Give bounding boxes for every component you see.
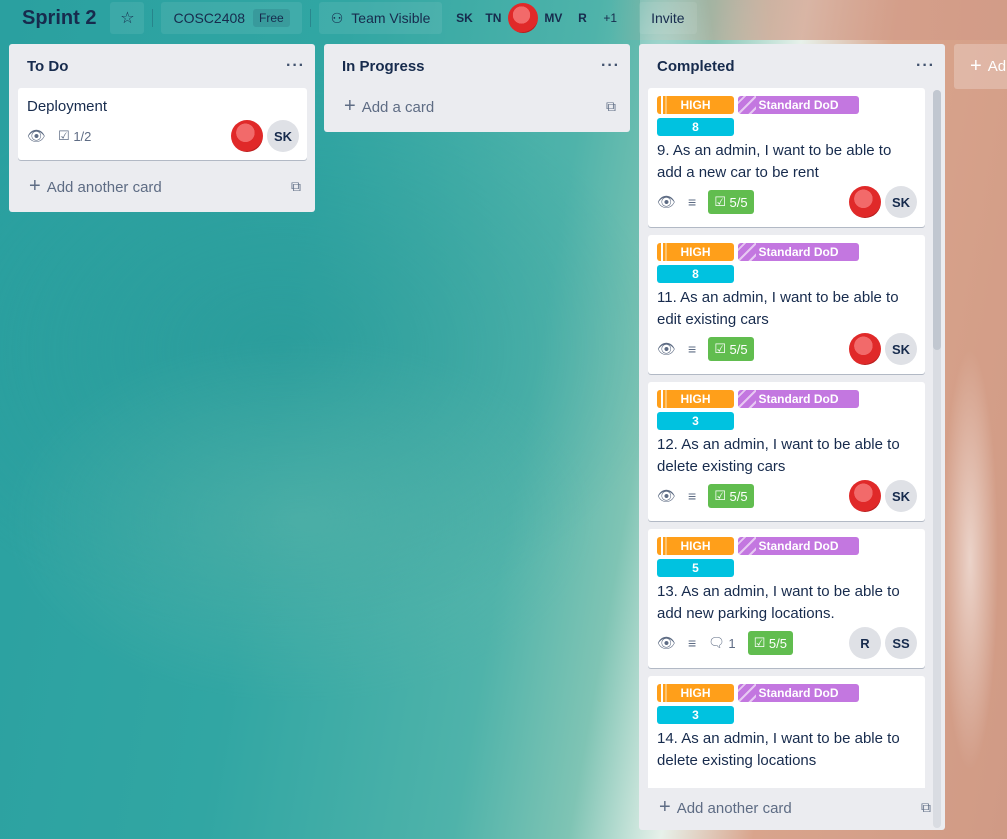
label-dod: Standard DoD bbox=[738, 96, 859, 114]
template-icon[interactable]: ⧉ bbox=[921, 799, 931, 816]
label-points: 5 bbox=[657, 559, 734, 577]
description-icon: ≡ bbox=[688, 194, 697, 210]
comment-badge: 🗨 1 bbox=[708, 635, 736, 651]
watch-icon: 👁 bbox=[657, 194, 677, 211]
watch-icon: 👁 bbox=[657, 341, 677, 358]
card[interactable]: HIGH Standard DoD 8 9. As an admin, I wa… bbox=[648, 88, 925, 227]
label-dod: Standard DoD bbox=[738, 537, 859, 555]
list-todo: To Do ··· Deployment 👁 ☑ 1/2 SK + Add ano… bbox=[9, 44, 315, 212]
workspace-name: COSC2408 bbox=[173, 10, 246, 26]
board-title[interactable]: Sprint 2 bbox=[14, 2, 104, 34]
add-card-button[interactable]: + Add another card ⧉ bbox=[9, 168, 315, 204]
card-title: 12. As an admin, I want to be able to de… bbox=[657, 436, 900, 475]
template-icon[interactable]: ⧉ bbox=[606, 98, 616, 115]
list-menu-icon[interactable]: ··· bbox=[916, 57, 935, 75]
avatar[interactable] bbox=[849, 186, 881, 218]
label-priority: HIGH bbox=[657, 684, 734, 702]
description-icon: ≡ bbox=[688, 635, 697, 651]
avatar[interactable]: SK bbox=[885, 333, 917, 365]
list-menu-icon[interactable]: ··· bbox=[601, 57, 620, 75]
member-avatar[interactable]: R bbox=[568, 4, 596, 32]
board-header: Sprint 2 ☆ COSC2408 Free ⚇ Team Visible … bbox=[0, 0, 1007, 36]
label-dod: Standard DoD bbox=[738, 390, 859, 408]
checklist-badge: ☑ 5/5 bbox=[747, 631, 793, 655]
avatar[interactable]: SS bbox=[885, 627, 917, 659]
avatar[interactable]: SK bbox=[885, 480, 917, 512]
card[interactable]: Deployment 👁 ☑ 1/2 SK bbox=[18, 88, 307, 160]
label-points: 3 bbox=[657, 412, 734, 430]
label-points: 3 bbox=[657, 706, 734, 724]
card[interactable]: HIGH Standard DoD 3 14. As an admin, I w… bbox=[648, 676, 925, 788]
list-completed: Completed ··· HIGH Standard DoD 8 9. As … bbox=[639, 44, 945, 830]
add-card-button[interactable]: + Add a card ⧉ bbox=[324, 88, 630, 124]
description-icon: ≡ bbox=[688, 488, 697, 504]
divider bbox=[309, 9, 311, 27]
label-priority: HIGH bbox=[657, 537, 734, 555]
divider bbox=[152, 9, 154, 27]
label-priority: HIGH bbox=[657, 390, 734, 408]
avatar[interactable] bbox=[231, 120, 263, 152]
card[interactable]: HIGH Standard DoD 5 13. As an admin, I w… bbox=[648, 529, 925, 668]
card-title: Deployment bbox=[27, 98, 108, 115]
card-title: 9. As an admin, I want to be able to add… bbox=[657, 142, 892, 181]
label-dod: Standard DoD bbox=[738, 684, 859, 702]
plus-icon: + bbox=[344, 94, 356, 117]
template-icon[interactable]: ⧉ bbox=[291, 178, 301, 195]
member-avatar[interactable]: TN bbox=[479, 4, 507, 32]
member-avatar-photo[interactable] bbox=[508, 3, 539, 33]
label-points: 8 bbox=[657, 265, 734, 283]
card[interactable]: HIGH Standard DoD 8 11. As an admin, I w… bbox=[648, 235, 925, 374]
add-card-button[interactable]: + Add another card ⧉ bbox=[639, 784, 945, 830]
list-title[interactable]: In Progress bbox=[342, 58, 425, 75]
avatar[interactable] bbox=[849, 333, 881, 365]
list-menu-icon[interactable]: ··· bbox=[286, 57, 305, 75]
visibility-label: Team Visible bbox=[351, 10, 431, 26]
visibility-button[interactable]: ⚇ Team Visible bbox=[318, 2, 443, 34]
label-priority: HIGH bbox=[657, 243, 734, 261]
more-members[interactable]: +1 bbox=[603, 11, 617, 25]
avatar[interactable] bbox=[849, 480, 881, 512]
member-avatar[interactable]: MV bbox=[539, 4, 567, 32]
avatar[interactable]: R bbox=[849, 627, 881, 659]
avatar[interactable]: SK bbox=[885, 186, 917, 218]
list-title[interactable]: To Do bbox=[27, 58, 68, 75]
add-list-button[interactable]: + Ad bbox=[954, 44, 1007, 89]
label-priority: HIGH bbox=[657, 96, 734, 114]
list-title[interactable]: Completed bbox=[657, 58, 735, 75]
plus-icon: + bbox=[970, 55, 982, 77]
card-title: 11. As an admin, I want to be able to ed… bbox=[657, 289, 899, 328]
list-in-progress: In Progress ··· + Add a card ⧉ bbox=[324, 44, 630, 132]
workspace-button[interactable]: COSC2408 Free bbox=[161, 2, 302, 34]
card-title: 14. As an admin, I want to be able to de… bbox=[657, 730, 900, 769]
scrollbar[interactable] bbox=[933, 90, 941, 828]
label-points: 8 bbox=[657, 118, 734, 136]
plus-icon: + bbox=[29, 174, 41, 197]
checklist-badge: ☑ 1/2 bbox=[58, 128, 92, 144]
checklist-badge: ☑ 5/5 bbox=[708, 337, 754, 361]
invite-button[interactable]: Invite bbox=[639, 2, 697, 34]
plus-icon: + bbox=[659, 795, 671, 818]
watch-icon: 👁 bbox=[657, 488, 677, 505]
scrollbar-thumb[interactable] bbox=[933, 90, 941, 350]
board-members: SK TN MV R +1 bbox=[450, 3, 617, 33]
member-avatar[interactable]: SK bbox=[450, 4, 478, 32]
checklist-badge: ☑ 5/5 bbox=[708, 190, 754, 214]
checklist-badge: ☑ 5/5 bbox=[708, 484, 754, 508]
team-icon: ⚇ bbox=[330, 9, 344, 26]
star-icon[interactable]: ☆ bbox=[110, 2, 145, 34]
label-dod: Standard DoD bbox=[738, 243, 859, 261]
card[interactable]: HIGH Standard DoD 3 12. As an admin, I w… bbox=[648, 382, 925, 521]
avatar[interactable]: SK bbox=[267, 120, 299, 152]
watch-icon: 👁 bbox=[657, 635, 677, 652]
watch-icon: 👁 bbox=[27, 128, 47, 145]
plan-badge: Free bbox=[253, 9, 290, 27]
card-title: 13. As an admin, I want to be able to ad… bbox=[657, 583, 900, 622]
description-icon: ≡ bbox=[688, 341, 697, 357]
